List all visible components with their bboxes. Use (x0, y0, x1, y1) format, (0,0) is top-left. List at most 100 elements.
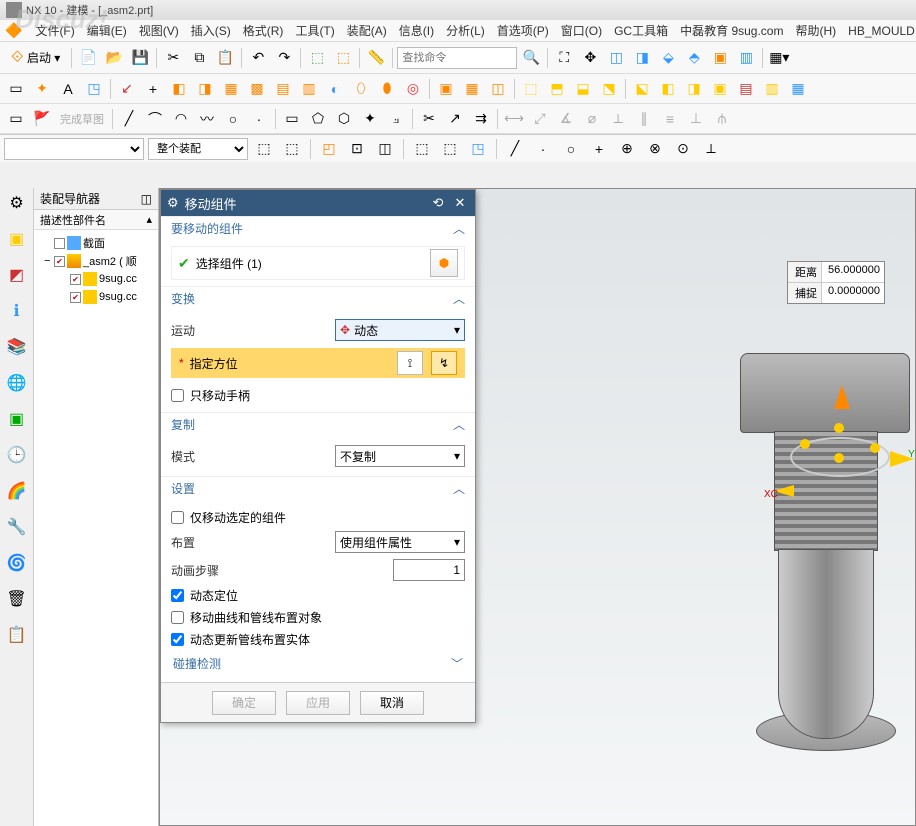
orient-dynamic-button[interactable]: ↯ (431, 351, 457, 375)
redo-icon[interactable]: ↷ (272, 46, 296, 70)
dyn-update-checkbox[interactable] (171, 633, 184, 646)
new-icon[interactable]: 📄 (76, 46, 100, 70)
resource-trash-icon[interactable]: 🗑 (6, 588, 28, 610)
move-curves-checkbox[interactable] (171, 611, 184, 624)
off-icon[interactable]: ⇉ (469, 107, 493, 131)
arc2-icon[interactable]: ◠ (169, 107, 193, 131)
trim-icon[interactable]: ✂ (417, 107, 441, 131)
feat1-icon[interactable]: ◧ (167, 77, 191, 101)
sketch-new-icon[interactable]: ▭ (4, 107, 28, 131)
menu-info[interactable]: 信息(I) (399, 22, 434, 39)
dyn-z-arrow[interactable] (834, 385, 850, 409)
feat9-icon[interactable]: ⬮ (375, 77, 399, 101)
snap8-icon[interactable]: · (531, 137, 555, 161)
cancel-button[interactable]: 取消 (360, 691, 424, 715)
chevron-up-icon[interactable]: ︿ (453, 416, 465, 433)
sec-component[interactable]: 要移动的组件 (171, 220, 243, 237)
nav-toggle-icon[interactable]: ◫ (141, 192, 152, 206)
sk-text-icon[interactable]: A (56, 77, 80, 101)
resource-tool-icon[interactable]: 🔧 (6, 516, 28, 538)
dialog-close-icon[interactable]: ✕ (451, 194, 469, 212)
dim6-icon[interactable]: ∥ (632, 107, 656, 131)
feat3-icon[interactable]: ▦ (219, 77, 243, 101)
ok-button[interactable]: 确定 (212, 691, 276, 715)
menu-tools[interactable]: 工具(T) (295, 22, 334, 39)
tree-row[interactable]: ✔9sug.cc (36, 270, 156, 288)
select-component-button[interactable]: ⬢ (430, 249, 458, 277)
dim8-icon[interactable]: ⊥ (684, 107, 708, 131)
menu-help[interactable]: 帮助(H) (795, 22, 836, 39)
filter-type-combo[interactable] (4, 138, 144, 160)
fillet-icon[interactable]: ⟓ (384, 107, 408, 131)
asm10-icon[interactable]: ▥ (760, 77, 784, 101)
resource-part-icon[interactable]: ◩ (6, 264, 28, 286)
cmd2-icon[interactable]: ⬚ (331, 46, 355, 70)
motion-combo[interactable]: ✥ 动态▾ (335, 319, 465, 341)
circle-icon[interactable]: ○ (221, 107, 245, 131)
menu-hb[interactable]: HB_MOULD (848, 24, 915, 38)
snap3-icon[interactable]: ◫ (373, 137, 397, 161)
feat4-icon[interactable]: ▩ (245, 77, 269, 101)
poly2-icon[interactable]: ⬡ (332, 107, 356, 131)
snap6-icon[interactable]: ◳ (466, 137, 490, 161)
snap12-icon[interactable]: ⊗ (643, 137, 667, 161)
save-icon[interactable]: 💾 (128, 46, 152, 70)
asm4-icon[interactable]: ⬔ (597, 77, 621, 101)
view-shade-icon[interactable]: ◨ (630, 46, 654, 70)
cut-icon[interactable]: ✂ (161, 46, 185, 70)
star-icon[interactable]: ✦ (358, 107, 382, 131)
dim2-icon[interactable]: ⤢ (528, 107, 552, 131)
view-pan-icon[interactable]: ✥ (578, 46, 602, 70)
resource-color-icon[interactable]: 🌈 (6, 480, 28, 502)
sec-copy[interactable]: 复制 (171, 416, 195, 433)
resource-history-icon[interactable]: 🕒 (6, 444, 28, 466)
paste-icon[interactable]: 📋 (213, 46, 237, 70)
open-icon[interactable]: 📂 (102, 46, 126, 70)
ruler-icon[interactable]: 📏 (364, 46, 388, 70)
chevron-down-icon[interactable]: ﹀ (451, 655, 463, 672)
tree-row[interactable]: 截面 (36, 234, 156, 252)
menu-gc[interactable]: GC工具箱 (614, 22, 668, 39)
sk-tool2-icon[interactable]: ✦ (30, 77, 54, 101)
tree-row[interactable]: ✔9sug.cc (36, 288, 156, 306)
snap9-icon[interactable]: ○ (559, 137, 583, 161)
only-handle-checkbox[interactable] (171, 389, 184, 402)
resource-clip-icon[interactable]: 📋 (6, 624, 28, 646)
asm11-icon[interactable]: ▦ (786, 77, 810, 101)
asm6-icon[interactable]: ◧ (656, 77, 680, 101)
undo-icon[interactable]: ↶ (246, 46, 270, 70)
plus-icon[interactable]: + (141, 77, 165, 101)
snap7-icon[interactable]: ╱ (503, 137, 527, 161)
filter1-icon[interactable]: ⬚ (252, 137, 276, 161)
copy-icon[interactable]: ⧉ (187, 46, 211, 70)
dyn-origin-ball[interactable] (834, 453, 844, 463)
snap10-icon[interactable]: + (587, 137, 611, 161)
apply-button[interactable]: 应用 (286, 691, 350, 715)
chevron-up-icon[interactable]: ︿ (453, 220, 465, 237)
sec-transform[interactable]: 变换 (171, 290, 195, 307)
snap2-icon[interactable]: ⊡ (345, 137, 369, 161)
menu-pref[interactable]: 首选项(P) (497, 22, 549, 39)
sketch-flag-icon[interactable]: 🚩 (30, 107, 54, 131)
selection-scope-combo[interactable]: 整个装配 (148, 138, 248, 160)
view-iso-icon[interactable]: ⬙ (656, 46, 680, 70)
menu-view[interactable]: 视图(V) (139, 22, 179, 39)
asm8-icon[interactable]: ▣ (708, 77, 732, 101)
menu-assemble[interactable]: 装配(A) (347, 22, 387, 39)
arrangement-combo[interactable]: 使用组件属性▾ (335, 531, 465, 553)
resource-settings-icon[interactable]: ⚙ (6, 192, 28, 214)
filter2-icon[interactable]: ⬚ (280, 137, 304, 161)
nav-column-header[interactable]: 描述性部件名 (40, 212, 106, 228)
asm1-icon[interactable]: ⬚ (519, 77, 543, 101)
only-selected-checkbox[interactable] (171, 511, 184, 524)
orient-csys-button[interactable]: ⟟ (397, 351, 423, 375)
menu-toggle-icon[interactable]: 🔶 (4, 19, 23, 43)
spline-icon[interactable]: 〰 (195, 107, 219, 131)
menu-window[interactable]: 窗口(O) (561, 22, 602, 39)
menu-insert[interactable]: 插入(S) (191, 22, 231, 39)
resource-nav-icon[interactable]: ▣ (6, 228, 28, 250)
dist-value[interactable]: 56.000000 (822, 262, 884, 282)
chevron-up-icon[interactable]: ︿ (453, 480, 465, 497)
render-style-icon[interactable]: ▦▾ (767, 46, 791, 70)
view-sec-icon[interactable]: ▣ (708, 46, 732, 70)
